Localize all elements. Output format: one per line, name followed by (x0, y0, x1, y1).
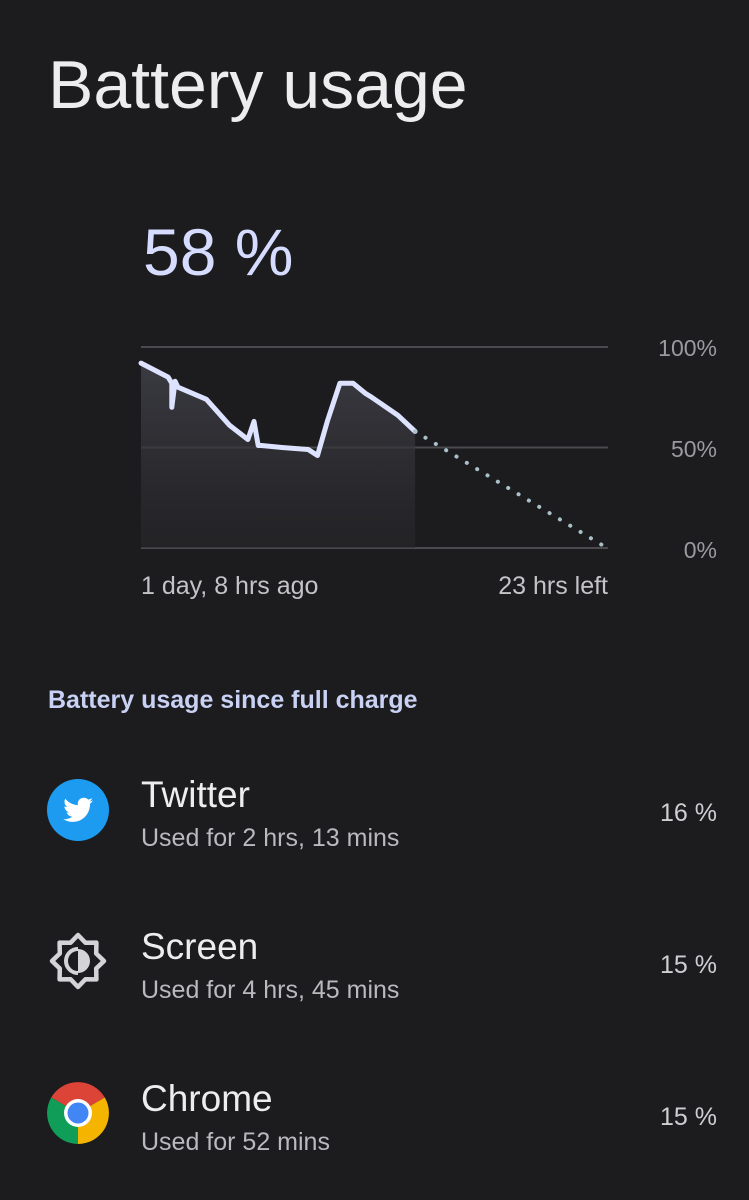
twitter-icon (47, 779, 109, 841)
y-tick-label: 50% (670, 436, 717, 462)
app-row-screen[interactable]: Screen Used for 4 hrs, 45 mins 15 % (0, 902, 749, 1032)
app-usage-percent: 15 % (660, 1103, 717, 1131)
app-name: Chrome (141, 1078, 273, 1119)
x-label-start: 1 day, 8 hrs ago (141, 572, 319, 600)
app-usage-time: Used for 4 hrs, 45 mins (141, 976, 400, 1004)
app-name: Screen (141, 926, 259, 967)
y-tick-label: 100% (658, 335, 717, 361)
screen-brightness-icon (47, 930, 109, 992)
section-title: Battery usage since full charge (48, 686, 418, 714)
chrome-icon (47, 1082, 109, 1144)
app-usage-percent: 16 % (660, 799, 717, 827)
app-row-twitter[interactable]: Twitter Used for 2 hrs, 13 mins 16 % (0, 750, 749, 880)
app-usage-time: Used for 52 mins (141, 1128, 330, 1156)
y-tick-label: 0% (683, 537, 717, 563)
app-usage-percent: 15 % (660, 951, 717, 979)
battery-chart (138, 346, 608, 549)
app-row-chrome[interactable]: Chrome Used for 52 mins 15 % (0, 1054, 749, 1184)
x-label-end: 23 hrs left (498, 572, 608, 600)
app-usage-time: Used for 2 hrs, 13 mins (141, 824, 400, 852)
app-name: Twitter (141, 774, 250, 815)
